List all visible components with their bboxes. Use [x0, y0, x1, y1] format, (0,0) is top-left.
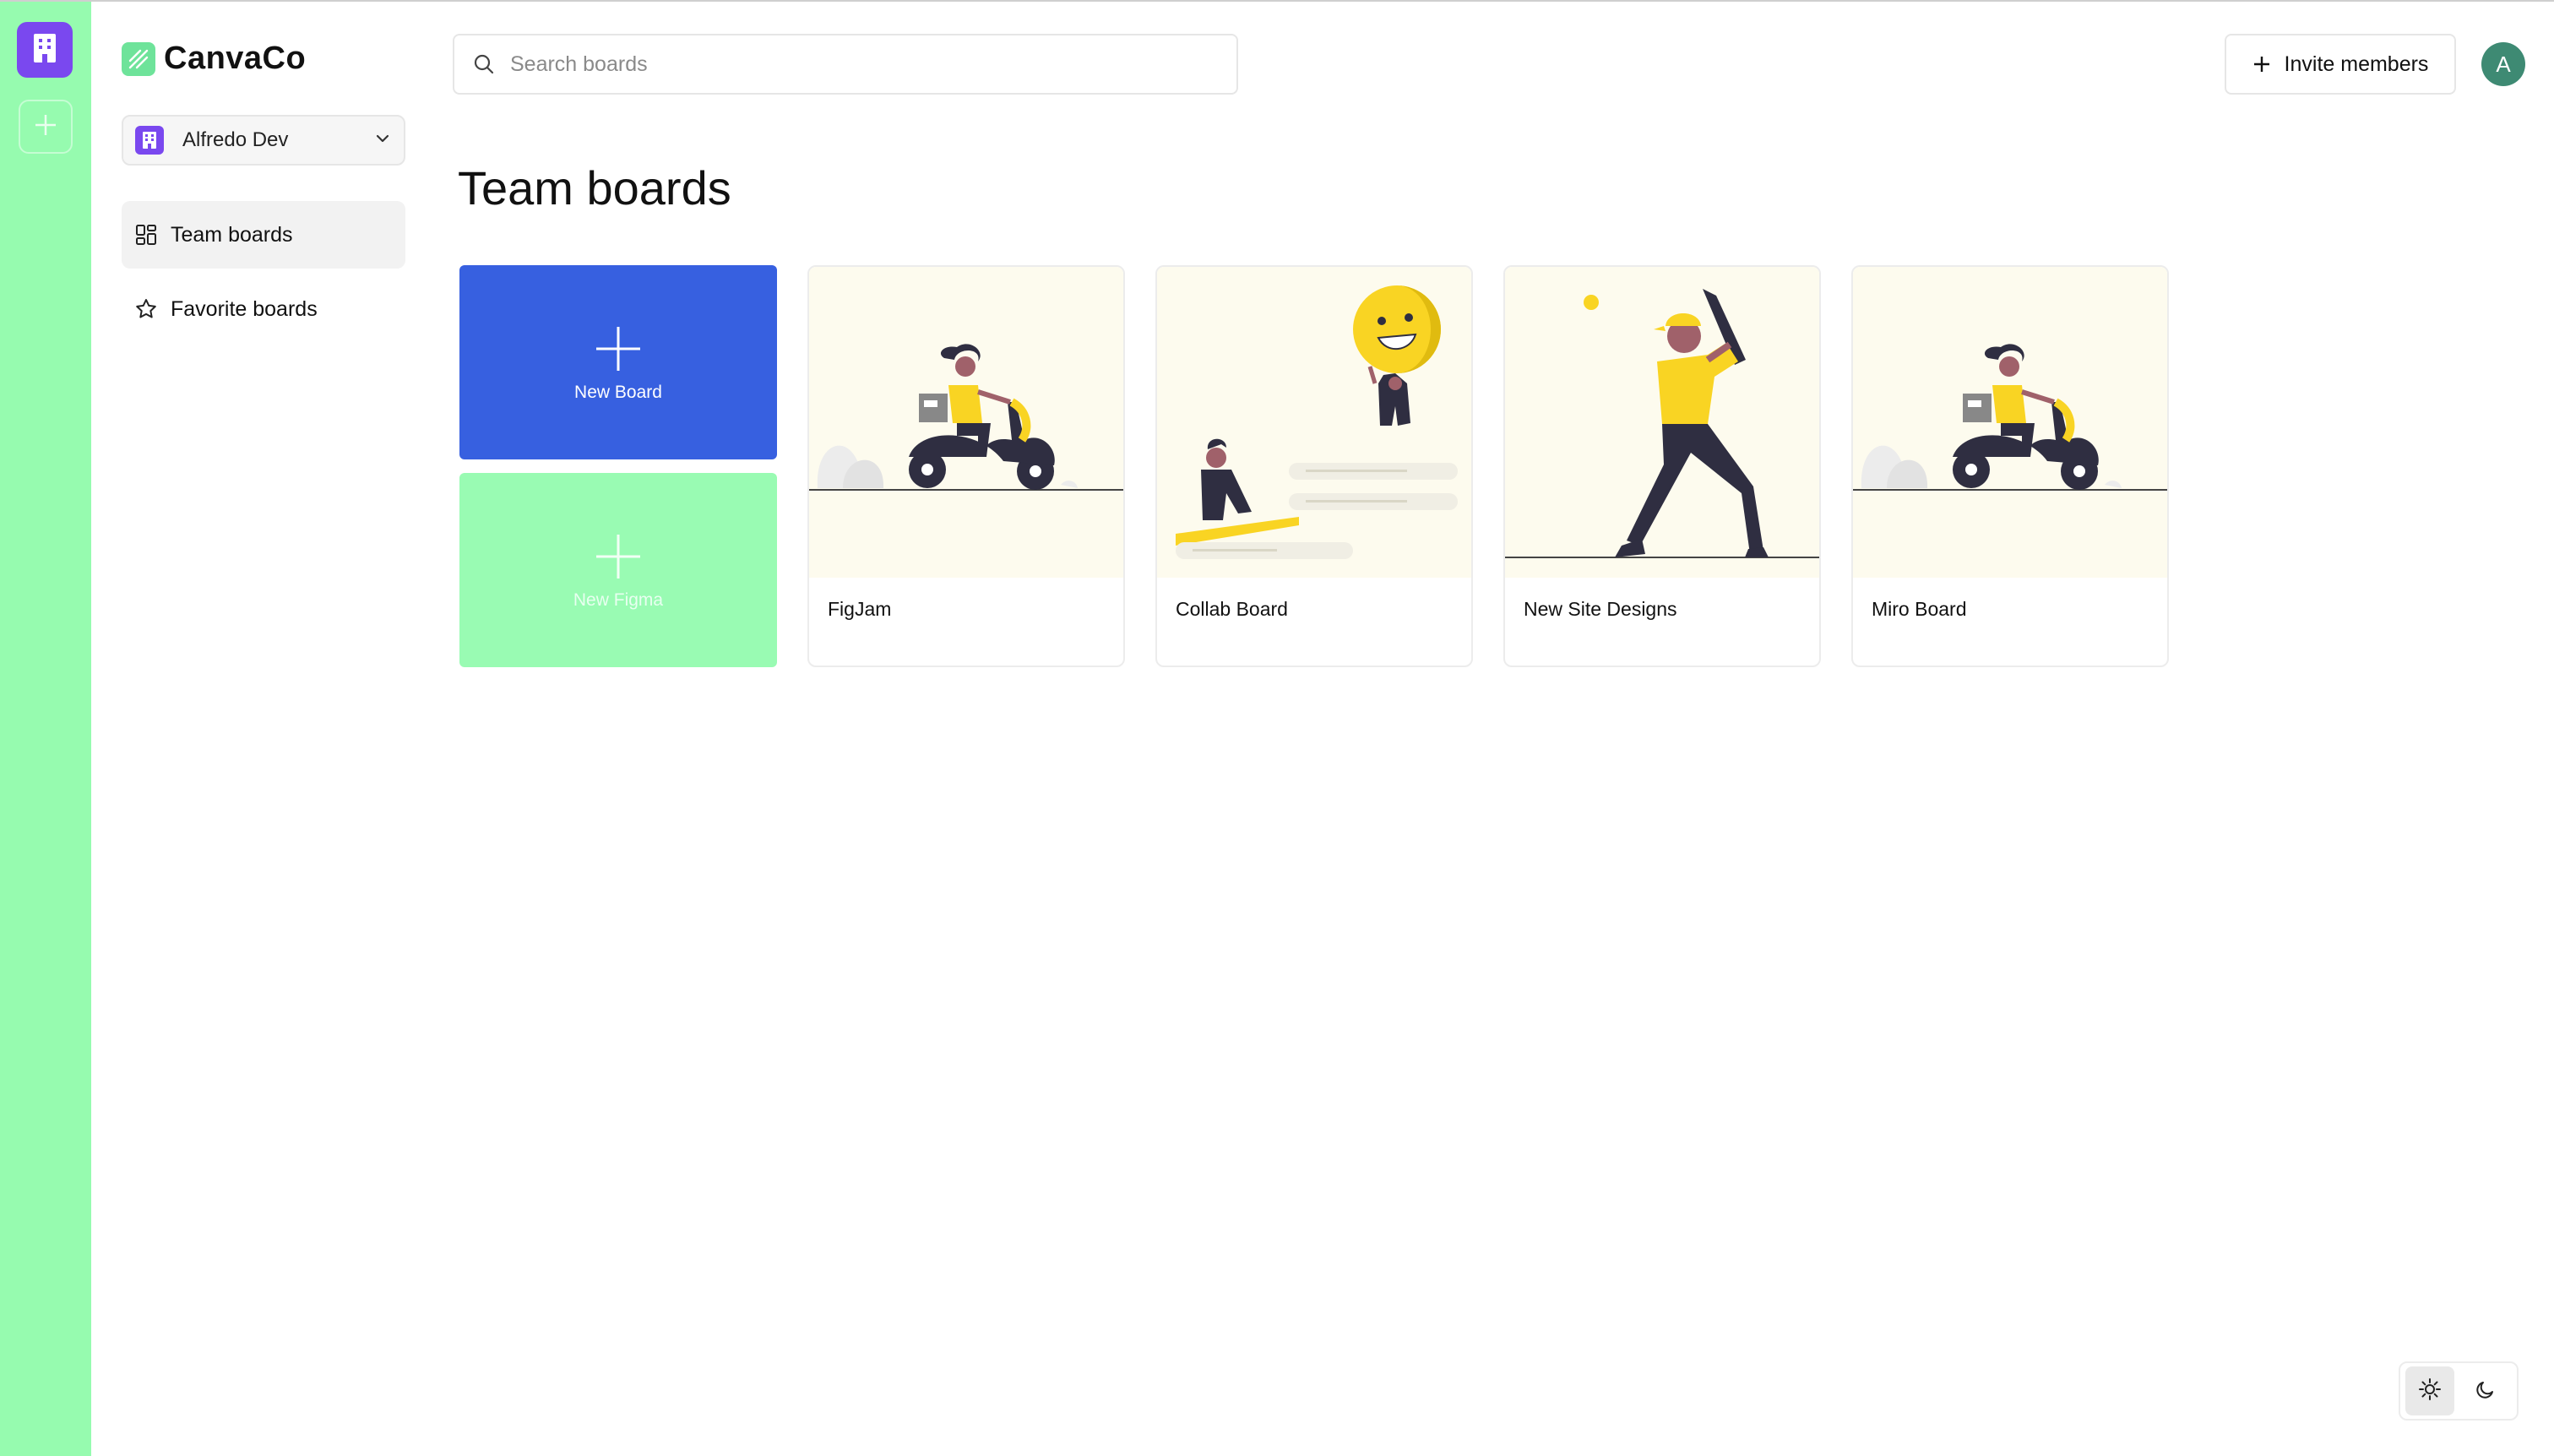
board-card-collab-board[interactable]: Collab Board [1155, 265, 1473, 667]
plus-icon [2252, 54, 2273, 74]
user-avatar[interactable]: A [2481, 42, 2525, 86]
dark-theme-button[interactable] [2461, 1366, 2510, 1415]
baseball-illustration [1505, 267, 1819, 578]
sidebar-item-label: Favorite boards [171, 296, 318, 321]
plus-icon [33, 112, 58, 142]
org-switcher[interactable]: Alfredo Dev [122, 115, 405, 166]
light-theme-button[interactable] [2405, 1366, 2454, 1415]
scooter-illustration [1853, 267, 2167, 578]
sun-icon [2418, 1377, 2442, 1405]
user-initial: A [2496, 51, 2511, 77]
board-card-figjam[interactable]: FigJam [807, 265, 1125, 667]
invite-members-button[interactable]: Invite members [2225, 34, 2456, 95]
dashboard-icon [133, 222, 159, 247]
building-icon [30, 32, 59, 68]
app-window: CanvaCo Alfredo Dev Team boards Favorite… [0, 0, 2554, 1456]
theme-toggle [2399, 1361, 2519, 1421]
collaboration-illustration [1157, 267, 1471, 578]
logo-icon [122, 41, 155, 76]
board-title: Collab Board [1176, 598, 1288, 620]
org-switcher-label: Alfredo Dev [182, 128, 289, 151]
sidebar-item-team-boards[interactable]: Team boards [122, 201, 405, 269]
sidebar-item-label: Team boards [171, 222, 293, 247]
sidebar: CanvaCo Alfredo Dev Team boards Favorite… [91, 2, 412, 1456]
new-figma-label: New Figma [573, 590, 664, 610]
chevron-down-icon [373, 129, 392, 152]
app-logo[interactable]: CanvaCo [122, 41, 306, 77]
moon-icon [2474, 1377, 2497, 1405]
page-title: Team boards [458, 161, 731, 215]
plus-icon [591, 322, 645, 376]
scooter-illustration [809, 267, 1123, 578]
board-title: FigJam [828, 598, 892, 620]
plus-icon [591, 530, 645, 584]
org-tile[interactable] [17, 22, 73, 78]
board-card-new-site-designs[interactable]: New Site Designs [1503, 265, 1821, 667]
search-icon [471, 52, 497, 77]
board-title: New Site Designs [1524, 598, 1677, 620]
board-title: Miro Board [1872, 598, 1967, 620]
star-icon [133, 296, 159, 322]
invite-members-label: Invite members [2284, 52, 2429, 76]
new-board-label: New Board [574, 383, 662, 402]
app-name: CanvaCo [164, 41, 307, 76]
board-card-miro-board[interactable]: Miro Board [1851, 265, 2169, 667]
building-icon [135, 126, 164, 155]
add-organization-button[interactable] [19, 100, 73, 154]
new-figma-button[interactable]: New Figma [459, 473, 777, 667]
org-rail [0, 2, 91, 1456]
search-bar[interactable] [453, 34, 1238, 95]
new-board-button[interactable]: New Board [459, 265, 777, 459]
sidebar-item-favorite-boards[interactable]: Favorite boards [122, 275, 405, 343]
search-input[interactable] [510, 52, 1236, 77]
